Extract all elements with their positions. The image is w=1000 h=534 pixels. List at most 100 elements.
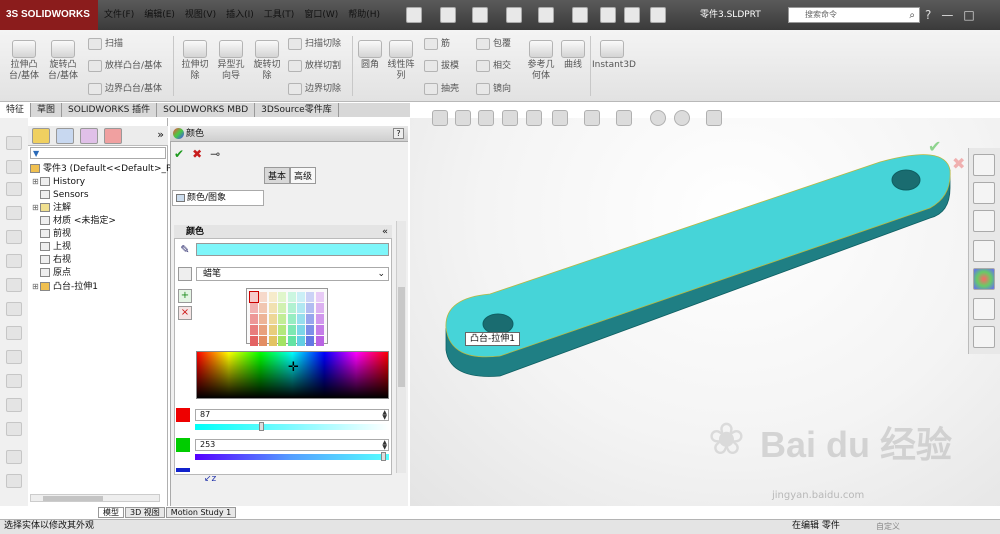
green-value-input[interactable]: 253 ▲ ▼	[195, 439, 389, 451]
part-top-face[interactable]	[445, 154, 951, 358]
search-input[interactable]: 搜索命令 ⌕	[788, 7, 920, 23]
intersect-button[interactable]: 相交	[476, 59, 511, 73]
revolve-cut-icon[interactable]	[6, 254, 22, 268]
color-swatch[interactable]	[278, 292, 287, 302]
status-custom-units[interactable]: 自定义	[876, 519, 900, 534]
menu-tools[interactable]: 工具(T)	[264, 0, 295, 30]
zoom-to-fit-icon[interactable]	[432, 110, 448, 126]
color-swatch[interactable]	[296, 292, 305, 302]
pin-button[interactable]: ⊸	[210, 147, 220, 161]
color-swatch[interactable]	[278, 314, 287, 324]
color-swatch[interactable]	[268, 336, 277, 346]
color-swatch[interactable]	[268, 292, 277, 302]
loft-icon[interactable]	[6, 206, 22, 220]
rib-button[interactable]: 筋	[424, 37, 450, 51]
draft-button[interactable]: 拔模	[424, 59, 459, 73]
move-face-icon[interactable]	[6, 450, 22, 464]
color-swatch[interactable]	[249, 291, 259, 303]
swatch-library-icon[interactable]	[178, 267, 192, 281]
color-swatch[interactable]	[268, 314, 277, 324]
hide-show-items-icon[interactable]	[616, 110, 632, 126]
color-swatch[interactable]	[287, 314, 296, 324]
appearances-icon[interactable]	[973, 268, 995, 290]
tree-item-top-plane[interactable]: 上视	[32, 241, 71, 253]
tree-root[interactable]: 零件3 (Default<<Default>_PH	[30, 163, 178, 175]
color-swatch[interactable]	[287, 303, 296, 313]
dome-icon[interactable]	[6, 398, 22, 412]
extrude-boss-button[interactable]: 拉伸凸 台/基体	[6, 40, 42, 82]
remove-swatch-icon[interactable]: ×	[178, 306, 192, 320]
color-swatch[interactable]	[315, 336, 324, 346]
configuration-tab-icon[interactable]	[80, 128, 98, 144]
shell-icon[interactable]	[6, 350, 22, 364]
add-swatch-icon[interactable]: +	[178, 289, 192, 303]
help-icon[interactable]: ?	[393, 128, 404, 139]
swept-cut-button[interactable]: 扫描切除	[288, 37, 341, 51]
color-swatch[interactable]	[250, 303, 258, 313]
tab-3dsource[interactable]: 3DSource零件库	[255, 103, 339, 117]
color-swatch[interactable]	[250, 336, 258, 346]
select-icon[interactable]	[572, 7, 588, 23]
property-tab-icon[interactable]	[56, 128, 74, 144]
red-value-input[interactable]: 87 ▲ ▼	[195, 409, 389, 421]
revolve-cut-button[interactable]: 旋转切 除	[250, 40, 284, 82]
custom-properties-icon[interactable]	[973, 298, 995, 320]
tab-sketch[interactable]: 草图	[31, 103, 63, 117]
eyedropper-icon[interactable]: ✎	[178, 243, 192, 257]
ok-button[interactable]: ✔	[174, 147, 184, 161]
color-swatch[interactable]	[259, 314, 268, 324]
undo-icon[interactable]	[538, 7, 554, 23]
spinner-icon[interactable]: ▲ ▼	[382, 440, 387, 451]
dynamic-annotation-icon[interactable]	[526, 110, 542, 126]
collapse-icon[interactable]: «	[382, 225, 388, 239]
maximize-button[interactable]: □	[963, 0, 974, 30]
menu-insert[interactable]: 插入(I)	[226, 0, 254, 30]
color-spectrum-picker[interactable]	[196, 351, 389, 399]
advanced-mode-button[interactable]: 高级	[290, 167, 317, 184]
draft-icon[interactable]	[6, 326, 22, 340]
delete-face-icon[interactable]	[6, 374, 22, 388]
tree-item-origin[interactable]: 原点	[32, 267, 71, 279]
tree-filter-input[interactable]: ▼	[30, 147, 166, 159]
solidworks-logo[interactable]: 3S SOLIDWORKS	[0, 0, 98, 30]
split-icon[interactable]	[6, 474, 22, 488]
new-file-icon[interactable]	[406, 7, 422, 23]
display-style-icon[interactable]	[584, 110, 600, 126]
file-properties-icon[interactable]	[624, 7, 640, 23]
expand-icon[interactable]: ⊞	[32, 281, 40, 293]
linear-pattern-button[interactable]: 线性阵 列	[386, 40, 416, 82]
color-swatch[interactable]	[259, 336, 268, 346]
part-hole-left[interactable]	[482, 313, 514, 335]
design-library-icon[interactable]	[973, 182, 995, 204]
view-orientation-icon[interactable]	[552, 110, 568, 126]
extrude-cut-button[interactable]: 拉伸切 除	[178, 40, 212, 82]
fillet-icon[interactable]	[6, 278, 22, 292]
tree-horizontal-scrollbar[interactable]	[30, 494, 160, 502]
shell-button[interactable]: 抽壳	[424, 82, 459, 96]
green-slider[interactable]	[195, 452, 389, 461]
boundary-cut-button[interactable]: 边界切除	[288, 82, 341, 96]
confirm-corner-icon[interactable]: ✔	[928, 137, 941, 156]
options-icon[interactable]	[650, 7, 666, 23]
color-section-title[interactable]: 颜色 «	[174, 225, 392, 239]
loft-boss-button[interactable]: 放样凸台/基体	[88, 59, 162, 73]
tree-item-right-plane[interactable]: 右视	[32, 254, 71, 266]
rebuild-icon[interactable]	[600, 7, 616, 23]
fillet-button[interactable]: 圆角	[356, 40, 384, 71]
scroll-thumb[interactable]	[398, 287, 405, 387]
color-swatch[interactable]	[306, 325, 315, 335]
menu-file[interactable]: 文件(F)	[104, 0, 134, 30]
red-slider-knob[interactable]	[258, 422, 264, 431]
color-swatch[interactable]	[278, 303, 287, 313]
swatch-set-dropdown[interactable]: 蜡笔 ⌄	[196, 267, 389, 281]
color-image-tab[interactable]: 颜色/图象	[172, 190, 264, 206]
tab-mbd[interactable]: SOLIDWORKS MBD	[157, 103, 256, 117]
section-view-icon[interactable]	[502, 110, 518, 126]
color-swatch[interactable]	[306, 292, 315, 302]
tree-item-boss-extrude[interactable]: ⊞ 凸台-拉伸1	[32, 281, 98, 293]
color-swatch[interactable]	[278, 325, 287, 335]
color-swatch[interactable]	[259, 325, 268, 335]
menu-view[interactable]: 视图(V)	[185, 0, 216, 30]
revolve-boss-icon[interactable]	[6, 160, 22, 174]
spinner-icon[interactable]: ▲ ▼	[382, 410, 387, 421]
